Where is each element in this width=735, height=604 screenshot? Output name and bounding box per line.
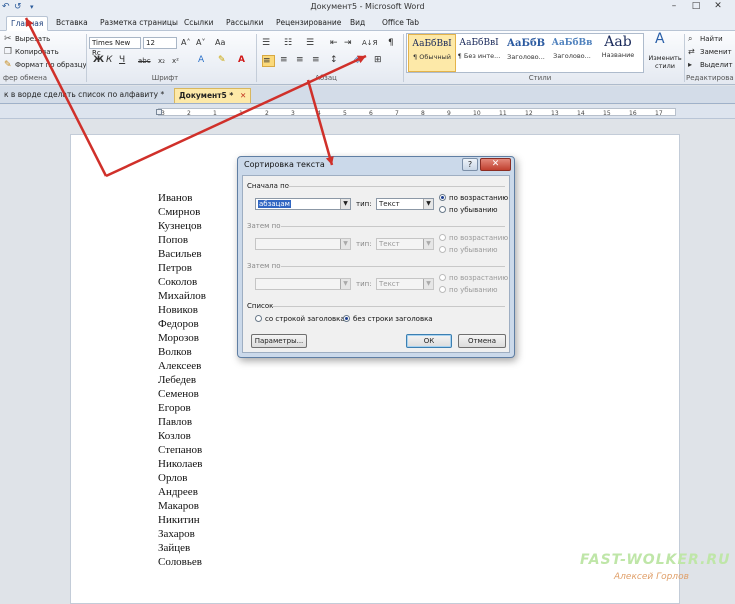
annotation-arrows — [24, 17, 367, 178]
annotation-arrow — [105, 54, 367, 178]
watermark-site: FAST-WOLKER.RU — [580, 552, 731, 568]
annotation-arrow — [24, 17, 108, 177]
watermark-author: Алексей Горлов — [614, 572, 689, 582]
annotation-arrow — [306, 79, 334, 166]
